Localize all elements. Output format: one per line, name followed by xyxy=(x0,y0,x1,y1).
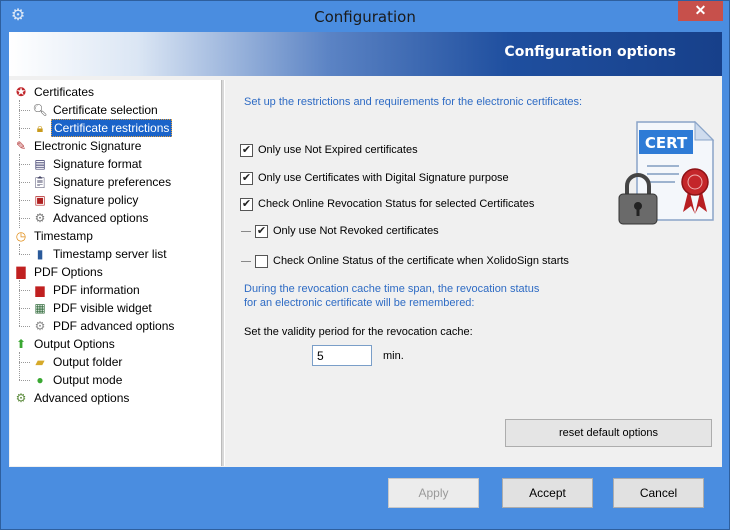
checkbox-label: Check Online Status of the certificate w… xyxy=(273,255,569,267)
checkbox[interactable]: ✔ xyxy=(240,144,253,157)
server-icon: ▮ xyxy=(36,247,44,261)
tree-item-label: Advanced options xyxy=(34,391,130,405)
tree-item-label: PDF Options xyxy=(34,265,103,279)
checkbox[interactable]: ✔ xyxy=(255,225,268,238)
dialog-footer: Apply Accept Cancel xyxy=(9,467,722,523)
checkbox[interactable]: ✔ xyxy=(240,198,253,211)
apply-button[interactable]: Apply xyxy=(388,478,479,508)
document-icon: ▤ xyxy=(34,157,46,171)
tree-item-label: Advanced options xyxy=(53,211,149,225)
tree-item-label: Signature policy xyxy=(53,193,139,207)
gears-icon: ⚙ xyxy=(15,391,27,405)
tree-item-label: Electronic Signature xyxy=(34,139,142,153)
checkbox-label: Only use Certificates with Digital Signa… xyxy=(258,172,509,184)
pen-icon: ✎ xyxy=(15,139,27,153)
ribbon-icon: ✪ xyxy=(15,85,27,99)
tree-item-label: Output mode xyxy=(53,373,123,387)
checkbox[interactable]: ✔ xyxy=(240,172,253,185)
pdf-small-icon: ▆ xyxy=(35,283,45,297)
tree-item-label: Certificates xyxy=(34,85,95,99)
tree-item-label: Certificate selection xyxy=(53,103,158,117)
magnifier-icon: 🔍︎ xyxy=(32,103,48,117)
close-button[interactable]: ✕ xyxy=(678,1,723,21)
clipboard-icon: 📋︎ xyxy=(32,175,48,189)
window-title: Configuration xyxy=(314,8,416,26)
tree-item-label: PDF advanced options xyxy=(53,319,175,333)
note-line: for an electronic certificate will be re… xyxy=(244,297,475,309)
intro-text: Set up the restrictions and requirements… xyxy=(244,96,583,108)
folder-icon: ▰ xyxy=(35,355,45,369)
header-banner: Configuration options xyxy=(9,32,722,76)
up-arrow-icon: ⬆ xyxy=(15,337,27,351)
gears-icon: ⚙ xyxy=(34,211,46,225)
clock-icon: ◷ xyxy=(15,229,27,243)
cancel-button[interactable]: Cancel xyxy=(613,478,704,508)
gear-icon: ⚙ xyxy=(34,319,46,333)
accept-button[interactable]: Accept xyxy=(502,478,593,508)
validity-unit: min. xyxy=(383,350,404,362)
cert-badge-text: CERT xyxy=(645,134,688,152)
note-line: During the revocation cache time span, t… xyxy=(244,283,540,295)
tree-item-label: Signature format xyxy=(53,157,142,171)
certificate-padlock-icon: CERT xyxy=(618,120,715,225)
client-area: ✪ Certificates 🔍︎ Certificate selection … xyxy=(9,76,722,467)
configuration-window: ⚙ Configuration ✕ Configuration options xyxy=(0,0,730,530)
reset-default-options-button[interactable]: reset default options xyxy=(505,419,712,447)
tree-item-label: Timestamp server list xyxy=(53,247,167,261)
padlock-icon: 🔒︎ xyxy=(36,121,44,135)
restrictions-panel: Set up the restrictions and requirements… xyxy=(225,80,722,466)
checkbox-label: Only use Not Revoked certificates xyxy=(273,225,439,237)
mode-icon: ● xyxy=(36,373,44,387)
tree-item-label: Output Options xyxy=(34,337,115,351)
checkbox[interactable] xyxy=(255,255,268,268)
tree-item-label: PDF visible widget xyxy=(53,301,152,315)
validity-label: Set the validity period for the revocati… xyxy=(244,326,473,338)
tree-item-label: Output folder xyxy=(53,355,123,369)
options-tree[interactable]: ✪ Certificates 🔍︎ Certificate selection … xyxy=(10,80,222,466)
checkbox-label: Only use Not Expired certificates xyxy=(258,144,418,156)
checkbox-label: Check Online Revocation Status for selec… xyxy=(258,198,535,210)
pdf-icon: ▇ xyxy=(16,265,26,279)
tree-item-label: PDF information xyxy=(53,283,140,297)
validity-period-input[interactable] xyxy=(312,345,372,366)
tree-item-label: Signature preferences xyxy=(53,175,172,189)
revocation-cache-note: During the revocation cache time span, t… xyxy=(244,282,539,310)
policy-icon: ▣ xyxy=(34,193,46,207)
tree-item-label: Certificate restrictions xyxy=(51,119,173,137)
widget-icon: ▦ xyxy=(34,301,46,315)
title-bar: ⚙ Configuration ✕ xyxy=(1,1,729,32)
banner-title: Configuration options xyxy=(504,44,676,60)
tree-item-label: Timestamp xyxy=(34,229,93,243)
